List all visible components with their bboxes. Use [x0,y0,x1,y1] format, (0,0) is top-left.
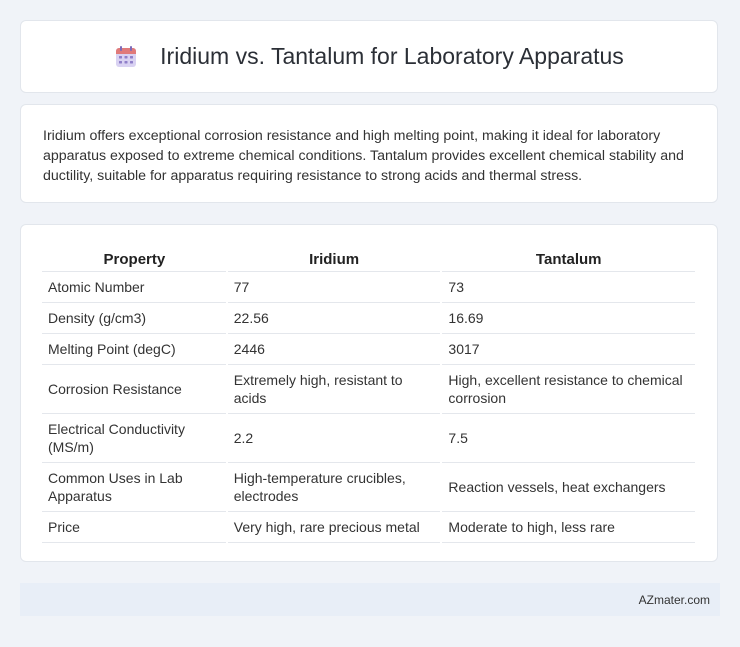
property-cell: Atomic Number [42,271,228,303]
iridium-cell: High-temperature crucibles, electrodes [226,462,443,512]
table-header-row: Property Iridium Tantalum [42,247,696,272]
table-row: Melting Point (degC) 2446 3017 [42,333,697,365]
comparison-table: Property Iridium Tantalum Atomic Number … [42,247,697,543]
tantalum-cell: 7.5 [441,413,697,463]
table-row: Density (g/cm3) 22.56 16.69 [42,302,697,334]
tantalum-cell: 73 [441,271,697,303]
tantalum-cell: High, excellent resistance to chemical c… [441,364,697,414]
table-row: Common Uses in Lab Apparatus High-temper… [42,462,697,512]
tantalum-cell: Reaction vessels, heat exchangers [441,462,697,512]
tantalum-cell: 16.69 [441,302,697,334]
intro-card: Iridium offers exceptional corrosion res… [20,104,718,203]
tantalum-cell: 3017 [441,333,697,365]
column-header-iridium: Iridium [226,247,442,272]
iridium-cell: Extremely high, resistant to acids [226,364,443,414]
page-title: Iridium vs. Tantalum for Laboratory Appa… [114,43,624,70]
property-cell: Melting Point (degC) [42,333,228,365]
table-row: Price Very high, rare precious metal Mod… [42,511,697,543]
intro-text: Iridium offers exceptional corrosion res… [43,128,684,184]
iridium-cell: 2446 [226,333,443,365]
table-row: Electrical Conductivity (MS/m) 2.2 7.5 [42,413,697,463]
property-cell: Corrosion Resistance [42,364,228,414]
table-row: Corrosion Resistance Extremely high, res… [42,364,697,414]
tantalum-cell: Moderate to high, less rare [441,511,697,543]
column-header-tantalum: Tantalum [441,247,696,272]
page-title-text: Iridium vs. Tantalum for Laboratory Appa… [160,43,624,69]
title-card: Iridium vs. Tantalum for Laboratory Appa… [20,20,718,93]
column-header-property: Property [42,247,227,272]
property-cell: Electrical Conductivity (MS/m) [42,413,228,463]
table-row: Atomic Number 77 73 [42,271,697,303]
iridium-cell: 2.2 [226,413,443,463]
footer-brand: AZmater.com [638,592,710,607]
iridium-cell: Very high, rare precious metal [226,511,443,543]
iridium-cell: 77 [226,271,443,303]
property-cell: Density (g/cm3) [42,302,228,334]
iridium-cell: 22.56 [226,302,443,334]
footer: AZmater.com [20,583,720,616]
calendar-icon [116,45,137,67]
comparison-table-card: Property Iridium Tantalum Atomic Number … [20,224,718,562]
property-cell: Common Uses in Lab Apparatus [42,462,228,512]
property-cell: Price [42,511,228,543]
